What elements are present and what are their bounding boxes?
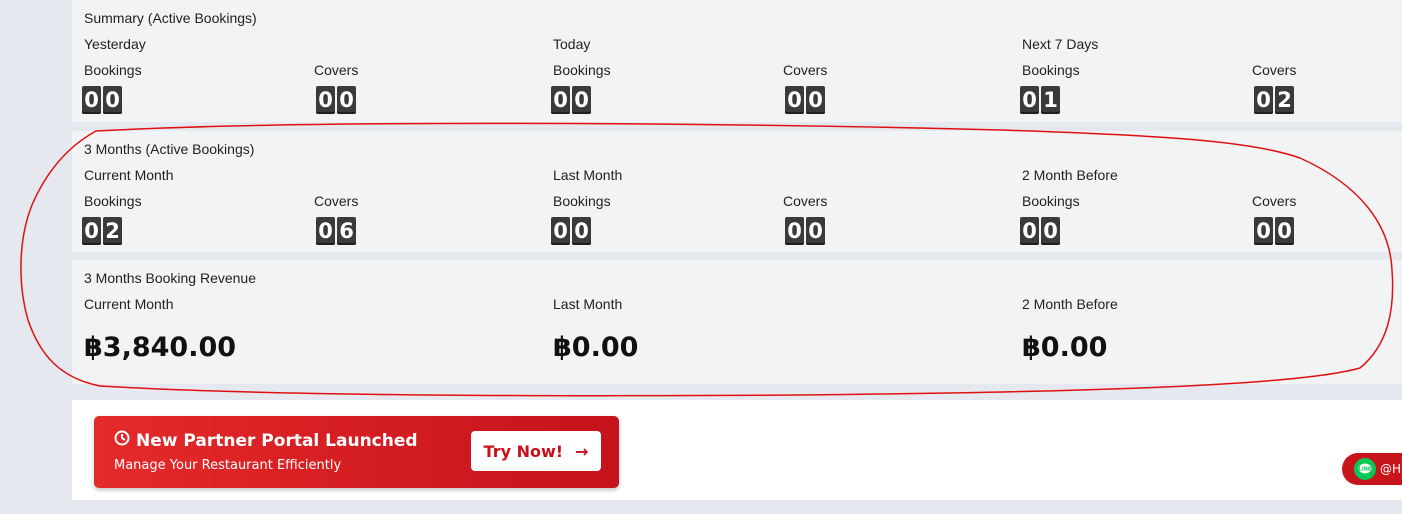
digit: 0 <box>572 86 591 114</box>
line-chat-button[interactable]: LINE @Hi <box>1342 453 1402 485</box>
digit: 0 <box>337 86 356 114</box>
banner-subtitle: Manage Your Restaurant Efficiently <box>114 458 342 473</box>
covers-counter-yesterday: 0 0 <box>316 86 356 114</box>
digit: 0 <box>1020 217 1039 245</box>
digit: 0 <box>806 86 825 114</box>
covers-label: Covers <box>1252 193 1297 209</box>
three-months-panel: 3 Months (Active Bookings) Current Month… <box>72 131 1402 252</box>
covers-counter-last-month: 0 0 <box>785 217 825 245</box>
digit: 0 <box>1275 217 1294 245</box>
bookings-label: Bookings <box>553 193 611 209</box>
banner-title-row: New Partner Portal Launched <box>114 430 418 451</box>
bookings-label: Bookings <box>553 62 611 78</box>
covers-label: Covers <box>314 62 359 78</box>
bookings-counter-current-month: 0 2 <box>82 217 122 245</box>
bookings-counter-next-7-days: 0 1 <box>1020 86 1060 114</box>
covers-counter-2-month-before: 0 0 <box>1254 217 1294 245</box>
bookings-counter-today: 0 0 <box>551 86 591 114</box>
bookings-label: Bookings <box>1022 62 1080 78</box>
three-months-title: 3 Months (Active Bookings) <box>84 141 255 157</box>
bookings-label: Bookings <box>1022 193 1080 209</box>
digit: 0 <box>785 217 804 245</box>
covers-counter-today: 0 0 <box>785 86 825 114</box>
group-label-last-month: Last Month <box>553 167 623 183</box>
revenue-title: 3 Months Booking Revenue <box>84 270 256 286</box>
summary-title: Summary (Active Bookings) <box>84 10 257 26</box>
bookings-label: Bookings <box>84 62 142 78</box>
svg-text:LINE: LINE <box>1359 467 1372 473</box>
covers-label: Covers <box>1252 62 1297 78</box>
clock-rocket-icon <box>114 430 130 451</box>
bookings-counter-yesterday: 0 0 <box>82 86 122 114</box>
digit: 0 <box>572 217 591 245</box>
partner-portal-banner[interactable]: New Partner Portal Launched Manage Your … <box>94 416 619 488</box>
revenue-label-2-month-before: 2 Month Before <box>1022 296 1118 312</box>
revenue-amount-current-month: ฿3,840.00 <box>84 332 237 363</box>
covers-label: Covers <box>783 62 828 78</box>
digit: 1 <box>1041 86 1060 114</box>
digit: 0 <box>316 86 335 114</box>
line-chat-label: @Hi <box>1380 462 1402 476</box>
covers-label: Covers <box>783 193 828 209</box>
banner-title: New Partner Portal Launched <box>136 430 418 451</box>
digit: 0 <box>806 217 825 245</box>
group-label-today: Today <box>553 36 591 52</box>
covers-label: Covers <box>314 193 359 209</box>
summary-panel: Summary (Active Bookings) Yesterday Book… <box>72 0 1402 122</box>
revenue-amount-2-month-before: ฿0.00 <box>1022 332 1108 363</box>
digit: 0 <box>316 217 335 245</box>
digit: 0 <box>785 86 804 114</box>
group-label-current-month: Current Month <box>84 167 174 183</box>
group-label-next-7-days: Next 7 Days <box>1022 36 1099 52</box>
try-now-button[interactable]: Try Now! → <box>471 431 601 471</box>
try-now-label: Try Now! <box>483 441 564 461</box>
revenue-panel: 3 Months Booking Revenue Current Month ฿… <box>72 260 1402 384</box>
digit: 6 <box>337 217 356 245</box>
bookings-counter-2-month-before: 0 0 <box>1020 217 1060 245</box>
revenue-amount-last-month: ฿0.00 <box>553 332 639 363</box>
group-label-yesterday: Yesterday <box>84 36 146 52</box>
covers-counter-current-month: 0 6 <box>316 217 356 245</box>
bookings-counter-last-month: 0 0 <box>551 217 591 245</box>
line-icon: LINE <box>1354 458 1376 480</box>
digit: 2 <box>1275 86 1294 114</box>
digit: 0 <box>551 217 570 245</box>
digit: 0 <box>1254 217 1273 245</box>
digit: 0 <box>1020 86 1039 114</box>
digit: 0 <box>1254 86 1273 114</box>
revenue-label-current-month: Current Month <box>84 296 174 312</box>
digit: 0 <box>551 86 570 114</box>
revenue-label-last-month: Last Month <box>553 296 623 312</box>
group-label-2-month-before: 2 Month Before <box>1022 167 1118 183</box>
digit: 0 <box>1041 217 1060 245</box>
digit: 0 <box>82 217 101 245</box>
covers-counter-next-7-days: 0 2 <box>1254 86 1294 114</box>
arrow-right-icon: → <box>575 441 589 461</box>
digit: 0 <box>82 86 101 114</box>
digit: 0 <box>103 86 122 114</box>
digit: 2 <box>103 217 122 245</box>
bookings-label: Bookings <box>84 193 142 209</box>
